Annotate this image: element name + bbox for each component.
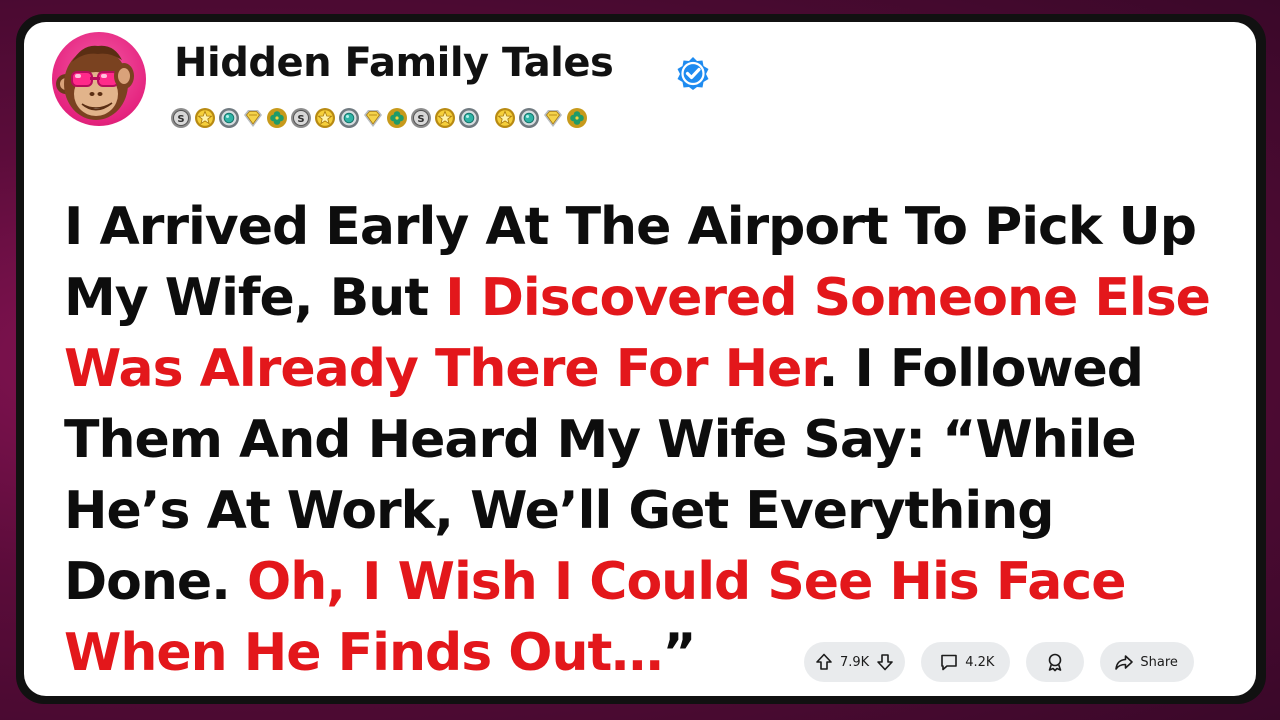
- downvote-icon[interactable]: [875, 652, 895, 672]
- diamond-badge-icon: [542, 107, 564, 129]
- monkey-with-sunglasses-icon: [56, 45, 134, 120]
- gold-star-badge-icon: [434, 107, 456, 129]
- upvote-icon[interactable]: [814, 652, 834, 672]
- award-icon: [1045, 652, 1065, 672]
- share-icon: [1114, 652, 1134, 672]
- post-title: I Arrived Early At The Airport To Pick U…: [64, 192, 1229, 689]
- silver-s-badge-icon: S: [290, 107, 312, 129]
- teal-gem-badge-icon: [338, 107, 360, 129]
- clover-badge-icon: [266, 107, 288, 129]
- channel-avatar[interactable]: [52, 32, 146, 126]
- comment-icon: [939, 652, 959, 672]
- share-button[interactable]: Share: [1100, 642, 1194, 682]
- award-button[interactable]: [1026, 642, 1085, 682]
- svg-text:S: S: [417, 114, 424, 125]
- verified-badge-icon: [676, 56, 710, 90]
- teal-gem-badge-icon: [218, 107, 240, 129]
- teal-gem-badge-icon: [518, 107, 540, 129]
- clover-badge-icon: [566, 107, 588, 129]
- achievement-badges: SSS: [170, 105, 588, 131]
- diamond-badge-icon: [242, 107, 264, 129]
- svg-text:S: S: [297, 114, 304, 125]
- teal-gem-badge-icon: [458, 107, 480, 129]
- share-label: Share: [1140, 654, 1178, 670]
- post-card: Hidden Family Tales S S S I Arrived Early …: [24, 22, 1256, 696]
- svg-text:S: S: [177, 114, 184, 125]
- clover-badge-icon: [386, 107, 408, 129]
- gold-star-badge-icon: [314, 107, 336, 129]
- title-segment: ”: [662, 623, 696, 683]
- comments-button[interactable]: 4.2K: [921, 642, 1011, 682]
- vote-count: 7.9K: [840, 654, 870, 670]
- comment-count: 4.2K: [965, 654, 995, 670]
- action-bar: 7.9K 4.2K Share: [804, 642, 1194, 682]
- silver-s-badge-icon: S: [410, 107, 432, 129]
- gold-star-badge-icon: [494, 107, 516, 129]
- vote-control: 7.9K: [804, 642, 906, 682]
- diamond-badge-icon: [362, 107, 384, 129]
- channel-name[interactable]: Hidden Family Tales: [174, 40, 614, 86]
- gold-star-badge-icon: [194, 107, 216, 129]
- silver-s-badge-icon: S: [170, 107, 192, 129]
